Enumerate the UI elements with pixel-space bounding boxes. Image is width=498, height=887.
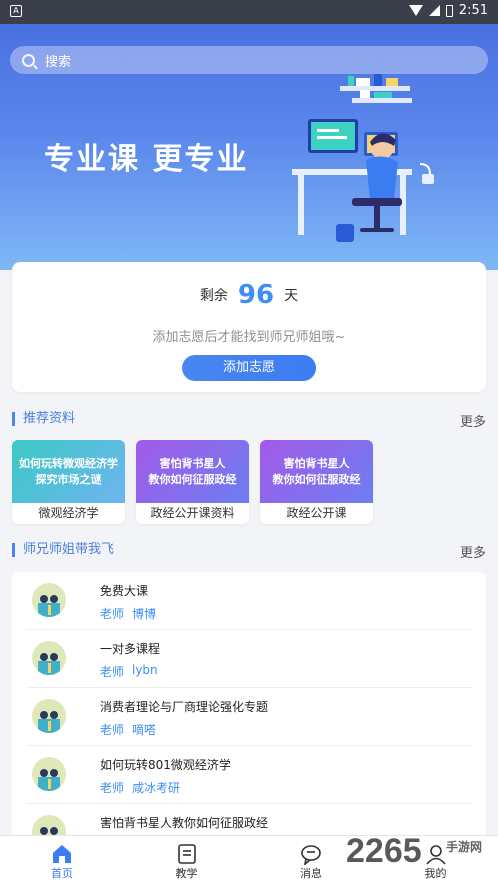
course-title: 消费者理论与厂商理论强化专题 — [100, 700, 269, 714]
thumbnail-line: 教你如何征服政经 — [148, 472, 237, 486]
thumbnail-line: 探究市场之谜 — [35, 472, 102, 486]
watermark-logo: 2265 — [346, 832, 422, 870]
add-goal-button[interactable]: 添加志愿 — [182, 355, 316, 381]
hero-slogan: 专业课 更专业 — [44, 142, 249, 177]
teacher-role: 老师 — [100, 781, 125, 795]
avatar — [32, 699, 66, 733]
course-title: 如何玩转801微观经济学 — [100, 758, 231, 772]
days-remaining: 剩余 96 天 — [199, 280, 299, 310]
resources-section-title: 推荐资料 — [12, 412, 75, 426]
teacher-name: 博博 — [132, 607, 157, 621]
countdown-hint: 添加志愿后才能找到师兄师姐哦~ — [152, 330, 346, 345]
hero-banner[interactable]: 搜索 专业课 更专业 — [0, 24, 498, 270]
list-item[interactable]: 消费者理论与厂商理论强化专题 老师 嘀嗒 — [26, 688, 472, 746]
resource-card[interactable]: 害怕背书星人 教你如何征服政经 政经公开课 — [260, 440, 373, 524]
teacher-name: lybn — [132, 663, 158, 677]
status-time: 2:51 — [458, 3, 488, 18]
thumbnail-line: 害怕背书星人 — [159, 456, 226, 470]
tab-home[interactable]: 首页 — [0, 836, 124, 887]
thumbnail-line: 如何玩转微观经济学 — [19, 456, 118, 470]
tab-label: 首页 — [51, 867, 73, 880]
wifi-icon — [408, 5, 423, 16]
home-icon — [51, 843, 73, 865]
thumbnail-line: 害怕背书星人 — [283, 456, 350, 470]
avatar — [32, 641, 66, 675]
teacher-name: 咸冰考研 — [132, 781, 181, 795]
resource-label: 政经公开课资料 — [150, 506, 235, 520]
days-count: 96 — [237, 280, 275, 310]
resource-label: 政经公开课 — [286, 506, 347, 520]
list-item[interactable]: 免费大课老师 博博 — [26, 572, 472, 630]
search-icon — [22, 53, 35, 67]
course-title: 免费大课 — [100, 584, 149, 598]
resource-thumbnail: 害怕背书星人 教你如何征服政经 — [260, 440, 373, 503]
teacher-name: 嘀嗒 — [132, 723, 157, 737]
avatar — [32, 583, 66, 617]
resource-card[interactable]: 如何玩转微观经济学 探究市场之谜 微观经济学 — [12, 440, 125, 524]
tab-label: 教学 — [175, 867, 198, 880]
search-bar[interactable]: 搜索 — [10, 46, 488, 74]
seniors-more-link[interactable]: 更多 — [460, 542, 486, 561]
teacher-role: 老师 — [100, 665, 125, 679]
teacher-role: 老师 — [100, 607, 125, 621]
course-title: 害怕背书星人教你如何征服政经 — [100, 816, 269, 830]
resource-thumbnail: 如何玩转微观经济学 探究市场之谜 — [12, 440, 125, 503]
tab-book[interactable]: 教学 — [125, 836, 249, 887]
seniors-section-title: 师兄师姐带我飞 — [12, 543, 114, 557]
book-icon — [176, 843, 198, 865]
thumbnail-line: 教你如何征服政经 — [272, 472, 361, 486]
resource-label: 微观经济学 — [38, 506, 99, 520]
teacher-role: 老师 — [100, 723, 125, 737]
course-title: 一对多课程 — [100, 642, 161, 656]
watermark-text: 手游网 — [446, 840, 483, 854]
list-item[interactable]: 一对多课程老师 lybn — [26, 630, 472, 688]
resource-card[interactable]: 害怕背书星人 教你如何征服政经 政经公开课资料 — [136, 440, 249, 524]
notification-icon: A — [10, 5, 22, 17]
countdown-card: 剩余 96 天 添加志愿后才能找到师兄师姐哦~ 添加志愿 — [12, 262, 486, 392]
avatar — [32, 757, 66, 791]
resource-thumbnail: 害怕背书星人 教你如何征服政经 — [136, 440, 249, 503]
list-item[interactable]: 如何玩转801微观经济学 老师 咸冰考研 — [26, 746, 472, 804]
resources-more-link[interactable]: 更多 — [460, 411, 486, 430]
search-input[interactable]: 搜索 — [45, 51, 71, 70]
bottom-tab-bar: 首页 教学 消息 我的 — [0, 835, 498, 887]
study-desk-illustration — [292, 74, 434, 242]
message-icon — [300, 843, 322, 866]
signal-icon — [428, 5, 440, 16]
status-bar: A 2:51 — [0, 0, 498, 24]
user-icon — [425, 843, 447, 865]
battery-icon — [445, 4, 453, 17]
course-list: 免费大课 老师 博博 一对多课程 老师 lybn 消费者理论与厂商理论强化专题 老师 嘀嗒 如何玩… — [12, 572, 486, 852]
